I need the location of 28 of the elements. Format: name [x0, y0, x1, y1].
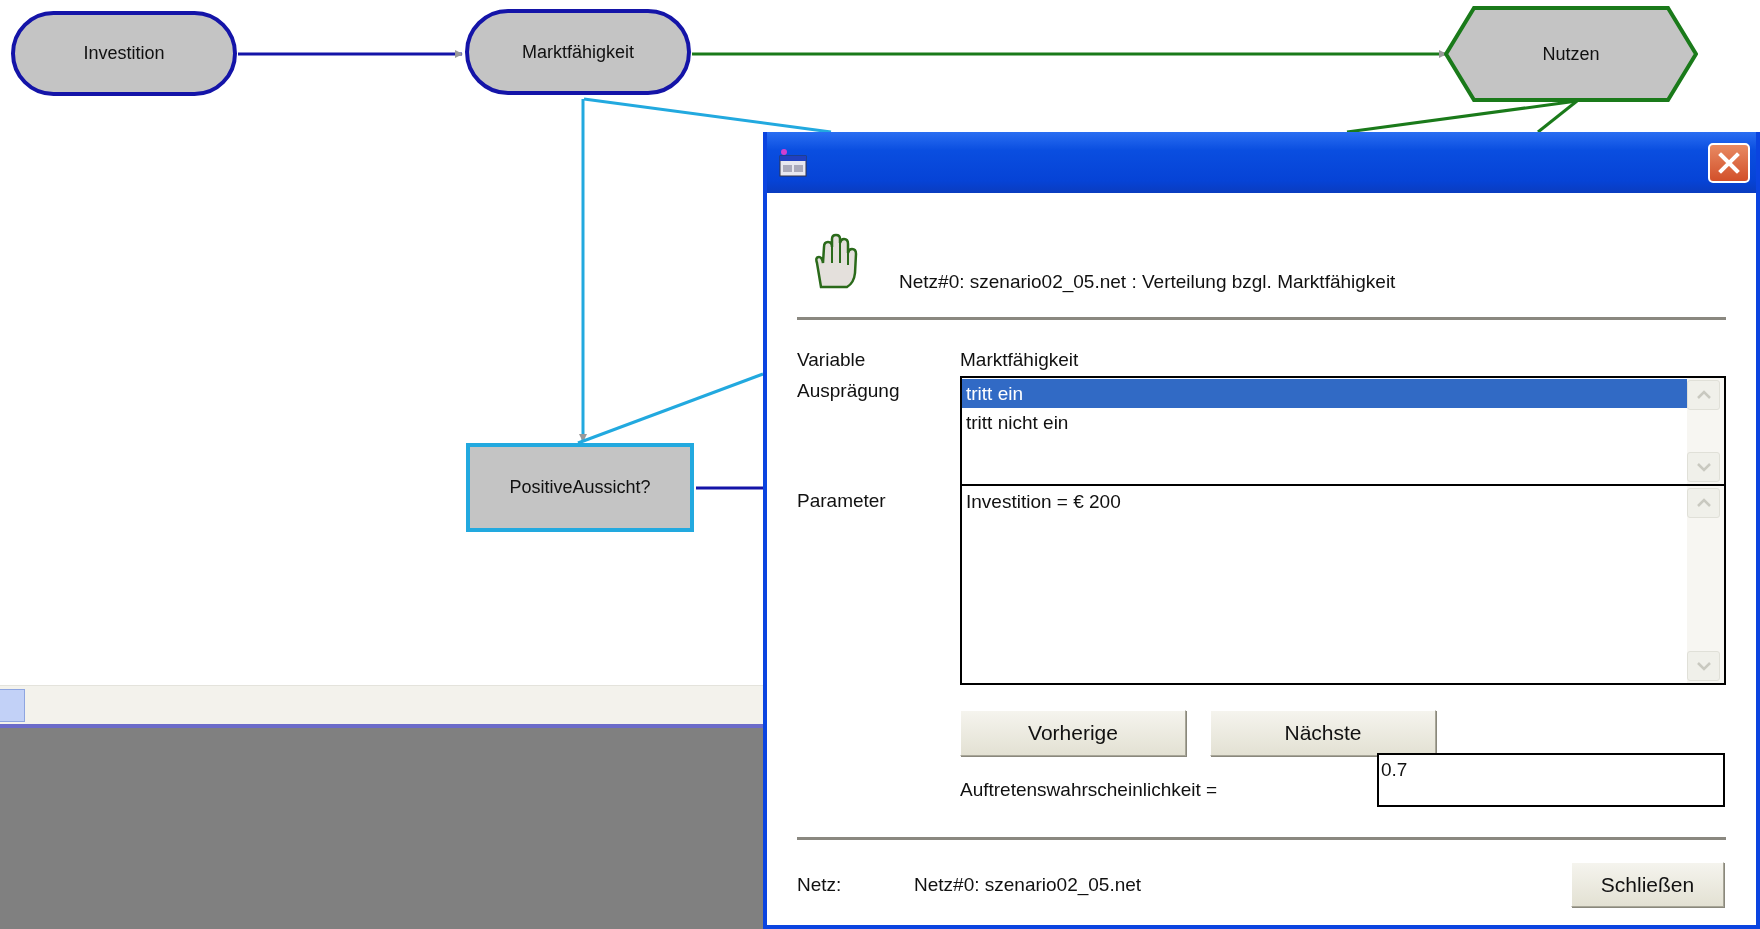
vertical-scrollbar[interactable]	[1687, 378, 1724, 484]
window-icon	[779, 147, 807, 178]
field-label: Ausprägung	[797, 379, 901, 403]
close-icon	[1718, 151, 1740, 174]
next-button[interactable]: Nächste	[1210, 710, 1436, 756]
probability-field[interactable]: 0.7	[1377, 753, 1725, 807]
chance-node[interactable]: Investition	[11, 11, 237, 96]
field-label: Parameter	[797, 489, 887, 513]
field-label: Auftretenswahrscheinlichkeit =	[960, 779, 1219, 802]
chance-node[interactable]: Marktfähigkeit	[465, 9, 691, 95]
scroll-down-button[interactable]	[1687, 452, 1720, 482]
node-label: Nutzen	[1542, 43, 1600, 65]
close-button[interactable]	[1708, 142, 1750, 183]
previous-button[interactable]: Vorherige	[960, 710, 1186, 756]
scroll-up-button[interactable]	[1687, 380, 1720, 410]
decision-node[interactable]: PositiveAussicht?	[466, 443, 694, 532]
field-label: Variable	[797, 349, 867, 371]
field-label: Netz:	[797, 873, 843, 896]
variable-value: Marktfähigkeit	[960, 349, 1079, 371]
scroll-up-button[interactable]	[1687, 488, 1720, 518]
list-item[interactable]: tritt ein	[962, 379, 1687, 408]
connector-line	[696, 486, 763, 490]
scrollbar-thumb[interactable]	[0, 688, 25, 722]
net-name: Netz#0: szenario02_05.net	[914, 873, 1142, 896]
close-button[interactable]: Schließen	[1571, 862, 1724, 907]
vertical-scrollbar[interactable]	[1687, 486, 1724, 683]
scroll-down-button[interactable]	[1687, 651, 1720, 681]
dialog-heading: Netz#0: szenario02_05.net : Verteilung bzgl. Marktfähigkeit	[899, 271, 1396, 293]
